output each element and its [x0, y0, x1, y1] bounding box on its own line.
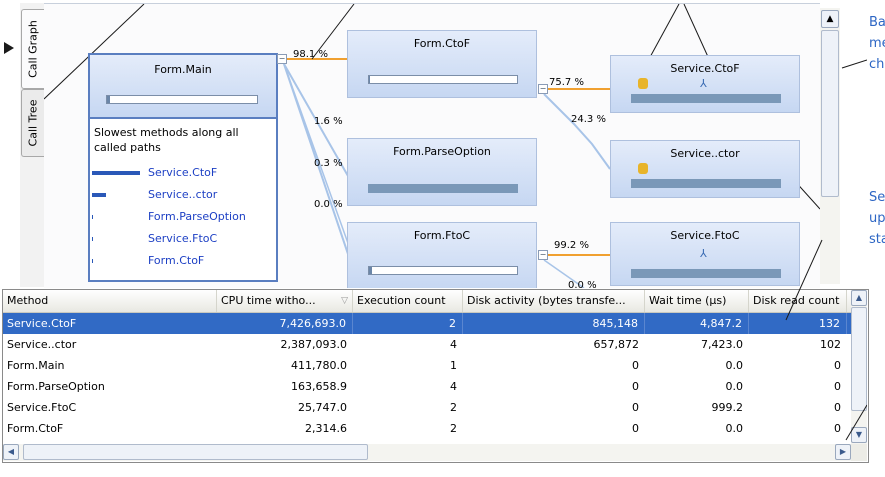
annotation-line: Se	[869, 190, 885, 205]
annotation-top: Ba me chi	[869, 12, 885, 75]
annotation-line: chi	[869, 57, 885, 72]
annotation-line: me	[869, 36, 885, 51]
annotation-line: Ba	[869, 15, 885, 30]
table-annotation-lines	[785, 59, 867, 441]
annotation-line: upc	[869, 211, 885, 226]
profiler-window: Call Graph Call Tree Form.Main Slowest m…	[0, 0, 869, 477]
annotation-line: sta	[869, 232, 885, 247]
annotation-mid: Se upc sta	[869, 187, 885, 250]
